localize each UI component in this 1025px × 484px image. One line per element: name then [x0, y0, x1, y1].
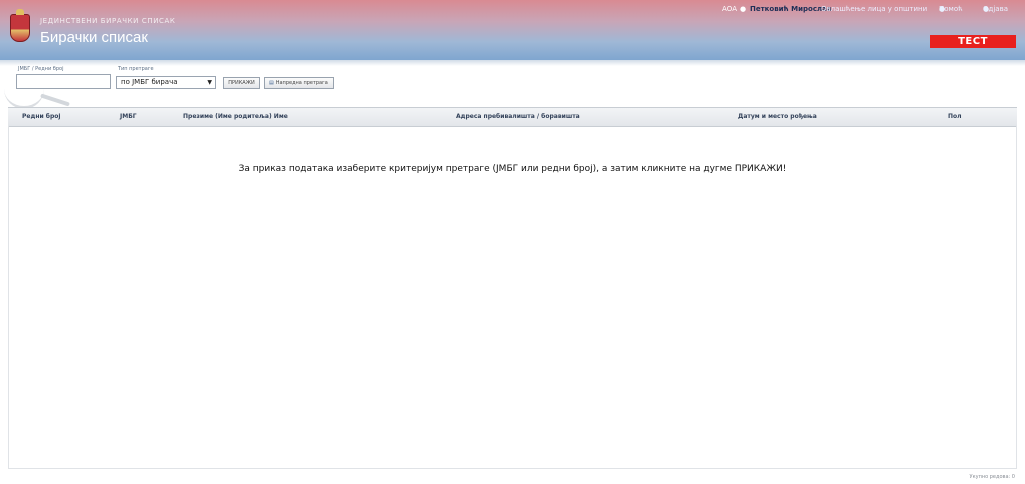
- advanced-search-icon: ▤: [269, 80, 274, 86]
- search-type-select[interactable]: по ЈМБГ бирача ▼: [116, 76, 216, 89]
- app-header: Јединствени бирачки списак Бирачки списа…: [0, 0, 1025, 60]
- column-header-name[interactable]: Презиме (Име родитеља) Име: [183, 113, 288, 120]
- results-table-body: [8, 126, 1017, 469]
- column-header-address[interactable]: Адреса пребивалишта / боравишта: [456, 113, 580, 120]
- column-header-birth[interactable]: Датум и место рођења: [738, 113, 817, 120]
- search-type-label: Тип претраге: [118, 66, 154, 72]
- row-count: Укупно редова: 0: [969, 474, 1015, 480]
- test-badge: ТЕСТ: [930, 35, 1016, 48]
- app-title: Бирачки списак: [40, 29, 148, 46]
- advanced-search-label: Напредна претрага: [275, 80, 328, 86]
- column-header-ordinal[interactable]: Редни број: [22, 113, 60, 120]
- column-header-sex[interactable]: Пол: [948, 113, 962, 120]
- id-field-label: ЈМБГ / Редни број: [18, 66, 64, 72]
- logout-label: Одјава: [983, 5, 1008, 13]
- nav-user-name[interactable]: Петковић Мирослав: [750, 5, 831, 13]
- show-button[interactable]: ПРИКАЖИ: [223, 77, 260, 89]
- app-subtitle: Јединствени бирачки списак: [40, 17, 176, 25]
- results-table-header: Редни број ЈМБГ Презиме (Име родитеља) И…: [8, 107, 1017, 127]
- advanced-search-button[interactable]: ▤ Напредна претрага: [264, 77, 334, 89]
- help-label: Помоћ: [939, 5, 963, 13]
- coat-of-arms-icon: [10, 9, 30, 42]
- empty-state-message: За приказ података изаберите критеријум …: [238, 164, 787, 174]
- magnifier-decoration: [4, 86, 44, 109]
- nav-acronym: АОА: [722, 5, 738, 13]
- column-header-jmbg[interactable]: ЈМБГ: [120, 113, 137, 120]
- user-icon: ●: [740, 5, 747, 13]
- nav-authority-link[interactable]: Овлашћење лица у општини: [821, 5, 927, 13]
- search-type-value: по ЈМБГ бирача: [121, 78, 178, 86]
- chevron-down-icon: ▼: [207, 79, 212, 86]
